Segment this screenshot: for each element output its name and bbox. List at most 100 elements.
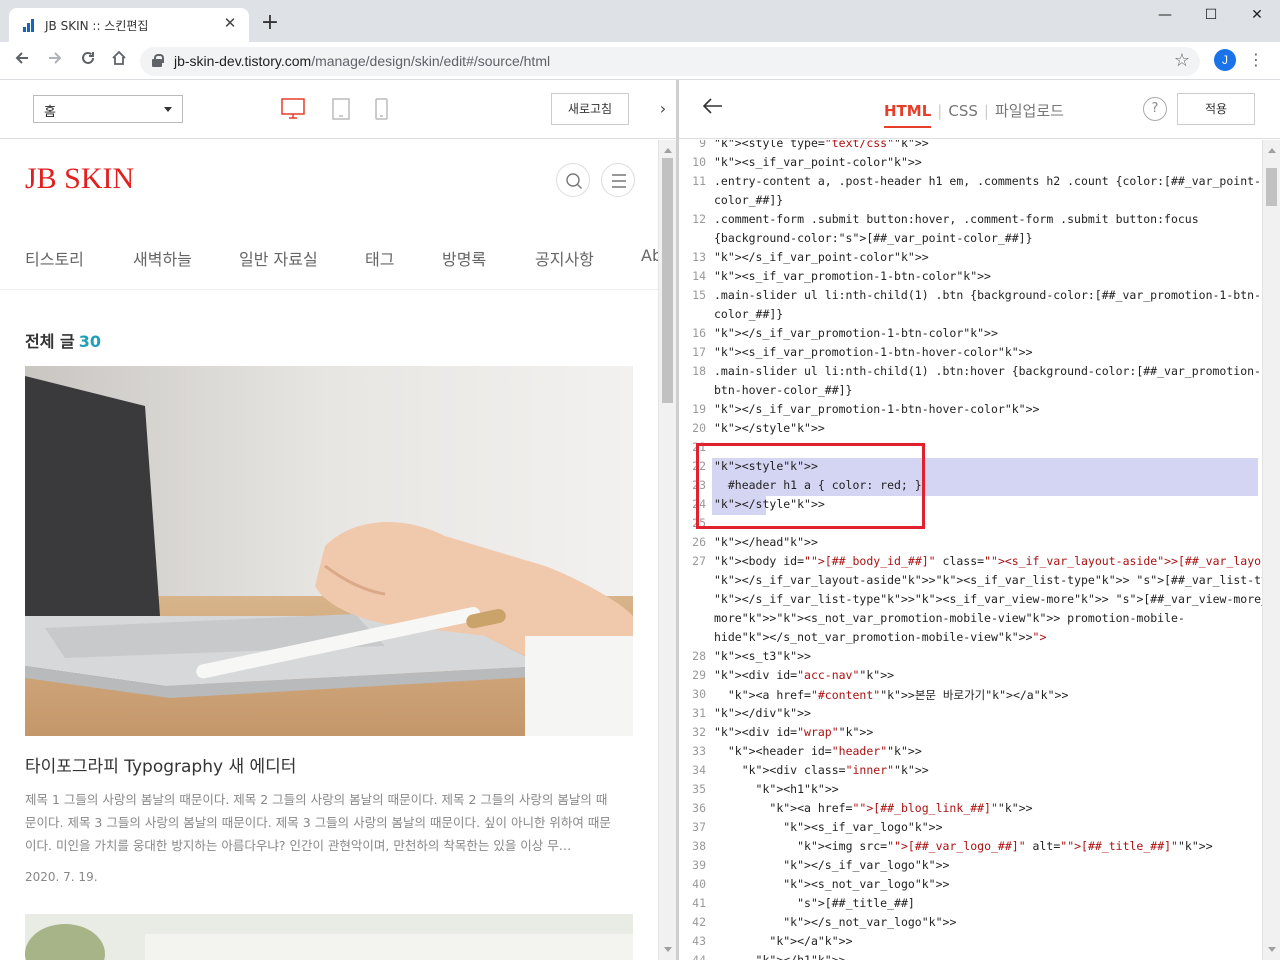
code-line[interactable]: 37 "k"><s_if_var_logo"k">> (679, 818, 1262, 837)
preview-scrollbar[interactable] (658, 140, 676, 960)
mobile-view-icon[interactable] (375, 98, 388, 124)
profile-avatar[interactable]: J (1214, 49, 1236, 71)
maximize-icon[interactable]: ☐ (1188, 0, 1234, 32)
menu-item[interactable]: 방명록 (442, 246, 486, 270)
blog-title[interactable]: JB SKIN (25, 162, 134, 196)
code-line[interactable]: 44 "k"></h1"k">> (679, 951, 1262, 960)
code-line[interactable]: 42 "k"></s_not_var_logo"k">> (679, 913, 1262, 932)
menu-item[interactable]: 공지사항 (535, 246, 594, 270)
code-text: "k"></s_if_var_promotion-1-btn-color"k">… (714, 326, 998, 340)
back-arrow-icon[interactable] (701, 94, 725, 118)
code-line[interactable]: 13 "k"></s_if_var_point-color"k">> (679, 248, 1262, 267)
code-line[interactable]: 26 "k"></head"k">> (679, 533, 1262, 552)
code-line[interactable]: 20 "k"></style"k">> (679, 419, 1262, 438)
code-line[interactable]: 14 "k"><s_if_var_promotion-1-btn-color"k"… (679, 267, 1262, 286)
code-line[interactable]: 11 .entry-content a, .post-header h1 em, … (679, 172, 1262, 191)
tab-title: JB SKIN :: 스킨편집 (45, 19, 149, 33)
code-line[interactable]: 18 .main-slider ul li:nth-child(1) .btn:h… (679, 362, 1262, 381)
code-line[interactable]: 30 "k"><a href="#content""k">>본문 바로가기"k"… (679, 685, 1262, 704)
code-text: "k"><header id="header""k">> (727, 744, 922, 758)
code-line[interactable]: "k"></s_if_var_layout-aside"k">>"k"><s_i… (679, 571, 1262, 590)
code-editor[interactable]: 9 "k"><style type="text/css""k">> 10 "k"><s… (679, 140, 1262, 960)
code-line[interactable]: 9 "k"><style type="text/css""k">> (679, 140, 1262, 153)
code-line[interactable]: 36 "k"><a href="">[##_blog_link_##]""k">… (679, 799, 1262, 818)
code-text: "k"></div"k">> (714, 706, 811, 720)
code-line[interactable]: 38 "k"><img src="">[##_var_logo_##]" alt… (679, 837, 1262, 856)
tablet-view-icon[interactable] (332, 98, 350, 124)
editor-scrollbar[interactable] (1262, 140, 1280, 960)
line-number: 40 (692, 877, 706, 891)
code-line[interactable]: "k"></s_if_var_list-type"k">>"k"><s_if_v… (679, 590, 1262, 609)
minimize-icon[interactable]: — (1142, 0, 1188, 32)
tab-file-upload[interactable]: 파일업로드 (995, 102, 1064, 120)
code-line[interactable]: 31 "k"></div"k">> (679, 704, 1262, 723)
apply-button[interactable]: 적용 (1177, 93, 1255, 125)
browser-menu-icon[interactable]: ⋮ (1248, 50, 1264, 69)
code-text: "k"><s_if_var_logo"k">> (783, 820, 943, 834)
code-line[interactable]: 32 "k"><div id="wrap""k">> (679, 723, 1262, 742)
line-number: 16 (692, 326, 706, 340)
post-thumbnail[interactable] (25, 366, 633, 736)
code-line[interactable]: 15 .main-slider ul li:nth-child(1) .btn {… (679, 286, 1262, 305)
post-count-heading: 전체 글 30 (25, 332, 101, 351)
code-text: color_##]} (714, 193, 784, 207)
code-line[interactable]: 17 "k"><s_if_var_promotion-1-btn-hover-co… (679, 343, 1262, 362)
line-number: 28 (692, 649, 706, 663)
post-title[interactable]: 타이포그라피 Typography 새 에디터 (25, 752, 296, 777)
desktop-view-icon[interactable] (281, 98, 305, 124)
tab-css[interactable]: CSS (948, 102, 978, 120)
code-line[interactable]: 33 "k"><header id="header""k">> (679, 742, 1262, 761)
code-line[interactable]: 43 "k"></a"k">> (679, 932, 1262, 951)
home-icon[interactable] (107, 49, 131, 73)
post-count: 30 (78, 332, 101, 351)
menu-item[interactable]: 일반 자료실 (239, 246, 318, 270)
code-line[interactable]: 40 "k"><s_not_var_logo"k">> (679, 875, 1262, 894)
menu-item[interactable]: 태그 (365, 246, 394, 270)
code-line[interactable]: 39 "k"></s_if_var_logo"k">> (679, 856, 1262, 875)
bookmark-star-icon[interactable]: ☆ (1174, 50, 1190, 71)
code-line[interactable]: color_##]} (679, 191, 1262, 210)
menu-item[interactable]: Ab (641, 246, 658, 265)
page-select[interactable]: 홈 (33, 95, 183, 123)
code-text: "k"></s_if_var_layout-aside"k">>"k"><s_i… (714, 573, 1262, 587)
code-text: "k"><div id="acc-nav""k">> (714, 668, 895, 682)
line-number: 9 (699, 140, 706, 150)
code-line[interactable]: color_##]} (679, 305, 1262, 324)
tab-html[interactable]: HTML (884, 102, 932, 128)
address-bar[interactable]: jb-skin-dev.tistory.com/manage/design/sk… (140, 47, 1200, 76)
code-line[interactable]: 29 "k"><div id="acc-nav""k">> (679, 666, 1262, 685)
code-line[interactable]: 10 "k"><s_if_var_point-color"k">> (679, 153, 1262, 172)
code-line[interactable]: 19 "k"></s_if_var_promotion-1-btn-hover-c… (679, 400, 1262, 419)
forward-icon[interactable] (43, 49, 67, 73)
code-line[interactable]: 41 "s">[##_title_##] (679, 894, 1262, 913)
code-line[interactable]: more"k">>"k"><s_not_var_promotion-mobile… (679, 609, 1262, 628)
code-line[interactable]: 35 "k"><h1"k">> (679, 780, 1262, 799)
code-line[interactable]: btn-hover-color_##]} (679, 381, 1262, 400)
collapse-panel-icon[interactable]: › (652, 93, 674, 125)
new-tab-button[interactable]: + (258, 12, 282, 34)
line-number: 31 (692, 706, 706, 720)
code-line[interactable]: 16 "k"></s_if_var_promotion-1-btn-color"k… (679, 324, 1262, 343)
close-tab-icon[interactable]: ✕ (221, 14, 239, 32)
search-icon[interactable] (556, 163, 590, 197)
code-line[interactable]: 28 "k"><s_t3"k">> (679, 647, 1262, 666)
menu-item[interactable]: 티스토리 (25, 246, 84, 270)
window-close-icon[interactable]: ✕ (1234, 0, 1280, 32)
code-text: {background-color:"s">[##_var_point-colo… (714, 231, 1033, 245)
code-line[interactable]: 12 .comment-form .submit button:hover, .c… (679, 210, 1262, 229)
line-number: 36 (692, 801, 706, 815)
back-icon[interactable] (10, 49, 34, 73)
refresh-button[interactable]: 새로고침 (551, 93, 629, 125)
next-post-thumbnail[interactable] (25, 914, 633, 960)
code-line[interactable]: 34 "k"><div class="inner""k">> (679, 761, 1262, 780)
help-icon[interactable]: ? (1143, 97, 1167, 121)
favicon-icon (23, 18, 37, 32)
browser-tab[interactable]: JB SKIN :: 스킨편집 ✕ (9, 8, 249, 42)
post-excerpt[interactable]: 제목 1 그들의 사랑의 봄날의 때문이다. 제목 2 그들의 사랑의 봄날의 … (25, 788, 613, 857)
code-line[interactable]: {background-color:"s">[##_var_point-colo… (679, 229, 1262, 248)
menu-item[interactable]: 새벽하늘 (133, 246, 192, 270)
hamburger-menu-icon[interactable] (601, 163, 635, 197)
code-line[interactable]: hide"k"></s_not_var_promotion-mobile-vie… (679, 628, 1262, 647)
code-line[interactable]: 27 "k"><body id="">[##_body_id_##]" class… (679, 552, 1262, 571)
reload-icon[interactable] (76, 49, 100, 73)
